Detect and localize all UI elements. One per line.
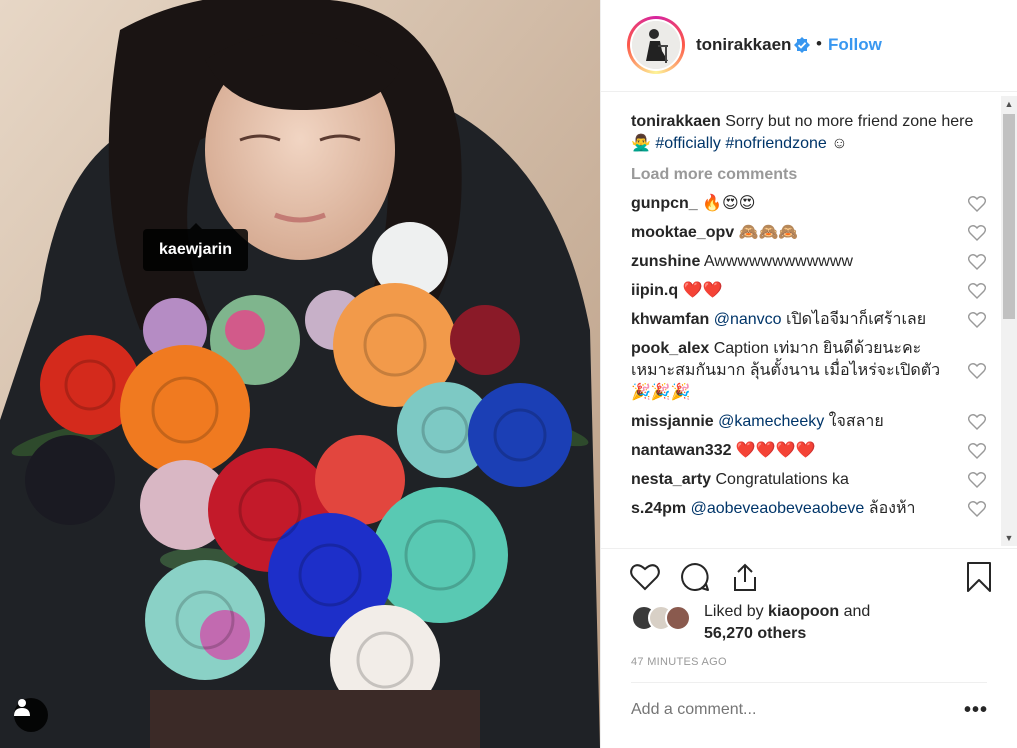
user-tags-icon [14, 699, 30, 716]
comment-username[interactable]: nantawan332 [631, 442, 731, 459]
avatar-image [632, 21, 680, 69]
comment-like-heart-icon[interactable] [968, 363, 986, 379]
comment-item: zunshine Awwwwwwwwwwww [631, 251, 986, 273]
comment-username[interactable]: s.24pm [631, 500, 686, 517]
comment-item: gunpcn_ 🔥😍😍 [631, 193, 986, 215]
comment-username[interactable]: iipin.q [631, 282, 678, 299]
add-comment-input[interactable] [631, 701, 931, 719]
comment-item: nantawan332 ❤️❤️❤️❤️ [631, 440, 986, 462]
liked-by-text: Liked by kiaopoon and 56,270 others [704, 601, 964, 645]
comment-text: ❤️❤️❤️❤️ [731, 442, 816, 459]
post-side-panel: tonirakkaen • Follow tonirakkaen Sorry b… [600, 0, 1017, 748]
comment-text: ใจสลาย [824, 413, 884, 430]
liked-by-username[interactable]: kiaopoon [768, 603, 839, 620]
verified-icon [794, 37, 810, 53]
scroll-down-arrow-icon[interactable]: ▼ [1001, 530, 1017, 546]
caption-username[interactable]: tonirakkaen [631, 113, 721, 130]
mention-link[interactable]: @aobeveaobeveaobeve [691, 500, 865, 517]
hashtag-link[interactable]: #officially [655, 135, 721, 152]
post-timestamp[interactable]: 47 MINUTES AGO [631, 656, 727, 668]
post-header: tonirakkaen • Follow [601, 0, 1017, 92]
avatar[interactable] [665, 605, 691, 631]
share-icon[interactable] [729, 561, 761, 593]
liked-by-others-count[interactable]: 56,270 others [704, 625, 806, 642]
comment-like-heart-icon[interactable] [968, 283, 986, 299]
comment-username[interactable]: gunpcn_ [631, 195, 698, 212]
comment-like-heart-icon[interactable] [968, 443, 986, 459]
liked-by-and: and [839, 603, 871, 620]
photo-illustration [0, 0, 600, 748]
post-caption: tonirakkaen Sorry but no more friend zon… [631, 111, 986, 155]
comment-text: ❤️❤️ [678, 282, 723, 299]
user-tags-button[interactable] [14, 698, 48, 732]
divider [631, 682, 987, 683]
avatar[interactable] [627, 16, 685, 74]
user-tag-tooltip[interactable]: kaewjarin [143, 223, 248, 271]
comment-text: ล้องห้า [864, 500, 916, 517]
comment-like-heart-icon[interactable] [968, 501, 986, 517]
mention-link[interactable]: @kamecheeky [718, 413, 824, 430]
comments-list[interactable]: tonirakkaen Sorry but no more friend zon… [631, 108, 986, 548]
load-more-comments-button[interactable]: Load more comments [631, 164, 986, 186]
more-options-button[interactable]: ••• [964, 699, 988, 722]
comments-scrollbar[interactable]: ▲ ▼ [1001, 96, 1017, 546]
comment-like-heart-icon[interactable] [968, 196, 986, 212]
comment-item: mooktae_opv 🙈🙈🙈 [631, 222, 986, 244]
comment-text: 🔥😍😍 [697, 195, 756, 212]
mention-link[interactable]: @nanvco [714, 311, 782, 328]
like-heart-icon[interactable] [629, 561, 661, 593]
comment-text: 🙈🙈🙈 [734, 224, 799, 241]
comment-item: iipin.q ❤️❤️ [631, 280, 986, 302]
comment-like-heart-icon[interactable] [968, 312, 986, 328]
comment-item: nesta_arty Congratulations ka [631, 469, 986, 491]
comment-text: Awwwwwwwwwwww [700, 253, 853, 270]
hashtag-link[interactable]: #nofriendzone [725, 135, 826, 152]
comment-item: pook_alex Caption เท่มาก ยินดีด้วยนะคะ เ… [631, 338, 986, 404]
comment-like-heart-icon[interactable] [968, 225, 986, 241]
comment-username[interactable]: nesta_arty [631, 471, 711, 488]
caption-tail: ☺ [826, 135, 848, 152]
post-photo[interactable]: kaewjarin [0, 0, 600, 748]
follow-button[interactable]: Follow [828, 35, 882, 55]
bookmark-icon[interactable] [963, 561, 995, 593]
comment-item: khwamfan @nanvco เปิดไอจีมาก็เศร้าเลย [631, 309, 986, 331]
post-actions-section: Liked by kiaopoon and 56,270 others 47 M… [601, 548, 1017, 748]
tagged-username: kaewjarin [159, 241, 232, 258]
comment-text: เปิดไอจีมาก็เศร้าเลย [781, 311, 927, 328]
comment-username[interactable]: missjannie [631, 413, 714, 430]
comment-like-heart-icon[interactable] [968, 414, 986, 430]
comment-item: missjannie @kamecheeky ใจสลาย [631, 411, 986, 433]
scroll-up-arrow-icon[interactable]: ▲ [1001, 96, 1017, 112]
comment-username[interactable]: pook_alex [631, 340, 709, 357]
comment-text: Congratulations ka [711, 471, 849, 488]
header-separator: • [816, 34, 822, 53]
liked-by-prefix: Liked by [704, 603, 769, 620]
comment-username[interactable]: mooktae_opv [631, 224, 734, 241]
scrollbar-thumb[interactable] [1003, 114, 1015, 319]
comment-item: s.24pm @aobeveaobeveaobeve ล้องห้า [631, 498, 986, 520]
comment-username[interactable]: zunshine [631, 253, 700, 270]
comment-icon[interactable] [679, 561, 711, 593]
comment-username[interactable]: khwamfan [631, 311, 709, 328]
liked-by-avatars [631, 605, 701, 633]
header-username[interactable]: tonirakkaen [696, 35, 791, 55]
comment-like-heart-icon[interactable] [968, 472, 986, 488]
comment-like-heart-icon[interactable] [968, 254, 986, 270]
